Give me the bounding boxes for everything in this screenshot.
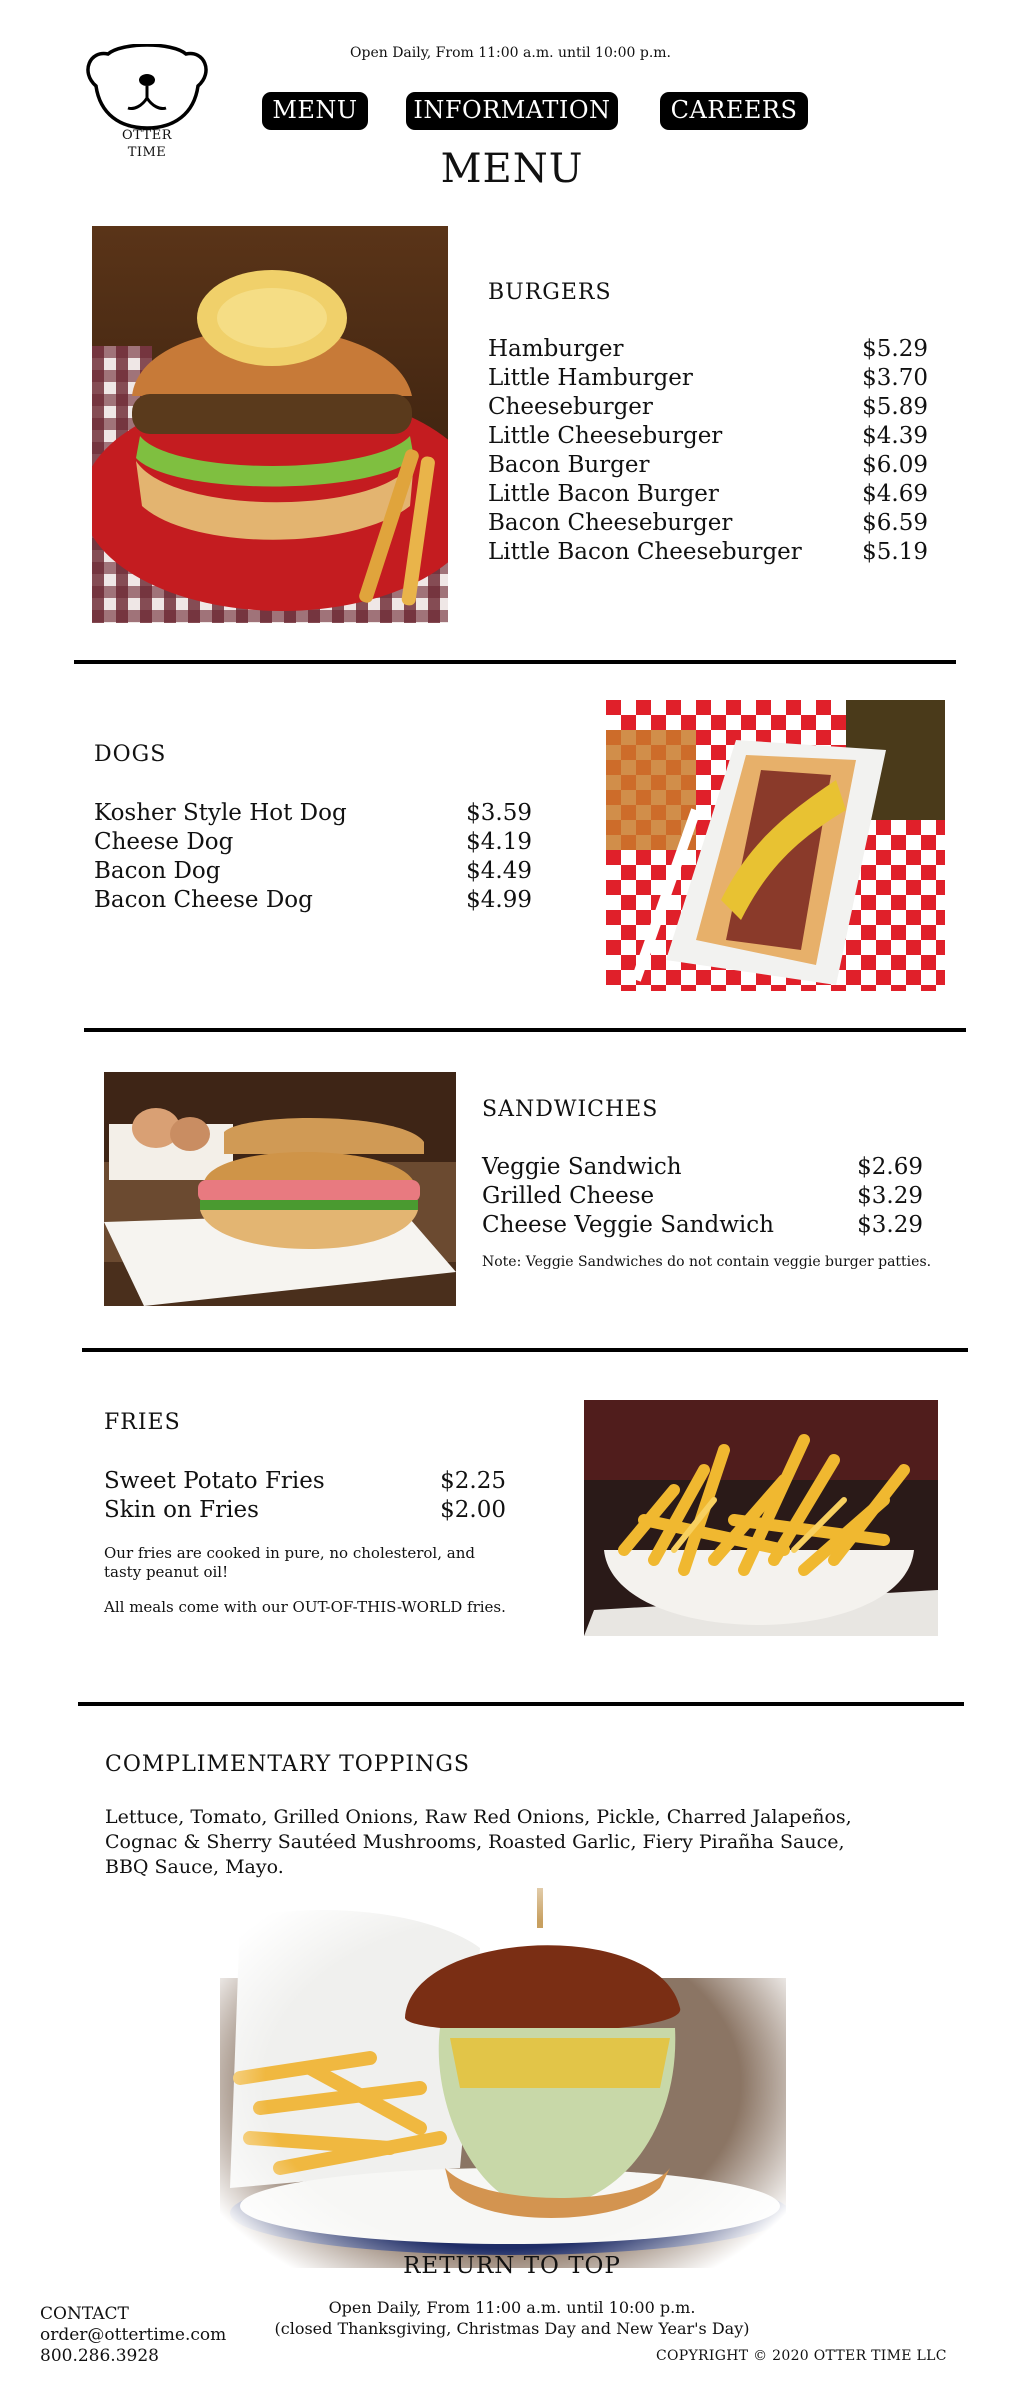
fries-list: Sweet Potato Fries $2.25 Skin on Fries $2.… xyxy=(104,1467,506,1525)
item-name: Little Bacon Cheeseburger xyxy=(488,539,802,565)
item-name: Veggie Sandwich xyxy=(482,1154,682,1180)
copyright-text: COPYRIGHT © 2020 OTTER TIME LLC xyxy=(656,2348,947,2364)
toppings-list: Lettuce, Tomato, Grilled Onions, Raw Red… xyxy=(105,1805,852,1880)
item-name: Bacon Dog xyxy=(94,858,221,884)
toppings-title: COMPLIMENTARY TOPPINGS xyxy=(105,1752,470,1777)
toppings-line: Cognac & Sherry Sautéed Mushrooms, Roast… xyxy=(105,1831,845,1853)
logo-text-line1: OTTER xyxy=(121,128,173,143)
menu-item: Skin on Fries $2.00 xyxy=(104,1496,506,1525)
contact-block: CONTACT order@ottertime.com 800.286.3928 xyxy=(40,2304,226,2367)
item-price: $3.29 xyxy=(857,1212,923,1238)
section-divider xyxy=(74,660,956,664)
item-price: $4.99 xyxy=(466,887,532,913)
contact-label: CONTACT xyxy=(40,2304,129,2324)
menu-item: Veggie Sandwich $2.69 xyxy=(482,1153,923,1182)
toppings-line: Lettuce, Tomato, Grilled Onions, Raw Red… xyxy=(105,1806,852,1828)
item-name: Kosher Style Hot Dog xyxy=(94,800,347,826)
fries-note-oil-line1: Our fries are cooked in pure, no cholest… xyxy=(104,1544,475,1562)
menu-item: Little Bacon Burger $4.69 xyxy=(488,480,928,509)
item-name: Bacon Burger xyxy=(488,452,650,478)
item-name: Little Bacon Burger xyxy=(488,481,719,507)
item-name: Little Hamburger xyxy=(488,365,693,391)
item-name: Grilled Cheese xyxy=(482,1183,655,1209)
fries-note-oil: Our fries are cooked in pure, no cholest… xyxy=(104,1544,475,1582)
menu-item: Cheeseburger $5.89 xyxy=(488,393,928,422)
item-price: $6.09 xyxy=(862,452,928,478)
nav-careers-button[interactable]: CAREERS xyxy=(660,92,808,130)
sandwiches-note: Note: Veggie Sandwiches do not contain v… xyxy=(482,1254,932,1270)
item-name: Cheese Dog xyxy=(94,829,234,855)
menu-item: Sweet Potato Fries $2.25 xyxy=(104,1467,506,1496)
contact-email-link[interactable]: order@ottertime.com xyxy=(40,2325,226,2346)
nav-information-button[interactable]: INFORMATION xyxy=(406,92,618,130)
contact-phone-link[interactable]: 800.286.3928 xyxy=(40,2346,226,2367)
burger-and-fries-photo xyxy=(220,1888,786,2280)
dogs-list: Kosher Style Hot Dog $3.59 Cheese Dog $4.1… xyxy=(94,799,532,915)
burgers-list: Hamburger $5.29 Little Hamburger $3.70 Che… xyxy=(488,335,928,567)
item-price: $5.29 xyxy=(862,336,928,362)
item-price: $4.69 xyxy=(862,481,928,507)
menu-item: Bacon Cheeseburger $6.59 xyxy=(488,509,928,538)
burger-photo xyxy=(92,226,448,623)
menu-item: Bacon Cheese Dog $4.99 xyxy=(94,886,532,915)
toppings-line: BBQ Sauce, Mayo. xyxy=(105,1856,284,1878)
item-price: $5.19 xyxy=(862,539,928,565)
burgers-title: BURGERS xyxy=(488,280,612,305)
fries-note-oil-line2: tasty peanut oil! xyxy=(104,1563,229,1581)
item-name: Bacon Cheese Dog xyxy=(94,887,313,913)
item-price: $2.69 xyxy=(857,1154,923,1180)
item-price: $4.19 xyxy=(466,829,532,855)
item-name: Cheeseburger xyxy=(488,394,653,420)
item-price: $3.59 xyxy=(466,800,532,826)
menu-item: Little Hamburger $3.70 xyxy=(488,364,928,393)
item-name: Skin on Fries xyxy=(104,1497,259,1523)
sandwiches-list: Veggie Sandwich $2.69 Grilled Cheese $3.29… xyxy=(482,1153,923,1240)
page-title: MENU xyxy=(440,146,584,192)
menu-item: Bacon Burger $6.09 xyxy=(488,451,928,480)
item-price: $3.70 xyxy=(862,365,928,391)
nav-menu-button[interactable]: MENU xyxy=(262,92,368,130)
fries-title: FRIES xyxy=(104,1410,181,1435)
item-price: $4.49 xyxy=(466,858,532,884)
item-name: Hamburger xyxy=(488,336,624,362)
item-price: $4.39 xyxy=(862,423,928,449)
menu-item: Grilled Cheese $3.29 xyxy=(482,1182,923,1211)
fries-note-meals: All meals come with our OUT-OF-THIS-WORL… xyxy=(104,1598,506,1616)
menu-item: Bacon Dog $4.49 xyxy=(94,857,532,886)
item-name: Bacon Cheeseburger xyxy=(488,510,733,536)
return-to-top-link[interactable]: RETURN TO TOP xyxy=(0,2253,1024,2279)
sandwich-photo xyxy=(104,1072,456,1306)
menu-item: Hamburger $5.29 xyxy=(488,335,928,364)
menu-item: Little Bacon Cheeseburger $5.19 xyxy=(488,538,928,567)
item-price: $2.00 xyxy=(440,1497,506,1523)
section-divider xyxy=(78,1702,964,1706)
item-price: $2.25 xyxy=(440,1468,506,1494)
section-divider xyxy=(82,1348,968,1352)
menu-item: Kosher Style Hot Dog $3.59 xyxy=(94,799,532,828)
item-price: $3.29 xyxy=(857,1183,923,1209)
sandwiches-title: SANDWICHES xyxy=(482,1097,659,1122)
hotdog-photo xyxy=(606,700,945,991)
header-hours: Open Daily, From 11:00 a.m. until 10:00 … xyxy=(350,45,671,61)
dogs-title: DOGS xyxy=(94,742,167,767)
menu-item: Cheese Dog $4.19 xyxy=(94,828,532,857)
section-divider xyxy=(84,1028,966,1032)
item-name: Cheese Veggie Sandwich xyxy=(482,1212,774,1238)
item-name: Little Cheeseburger xyxy=(488,423,723,449)
fries-photo xyxy=(584,1400,938,1636)
item-name: Sweet Potato Fries xyxy=(104,1468,325,1494)
item-price: $6.59 xyxy=(862,510,928,536)
item-price: $5.89 xyxy=(862,394,928,420)
menu-item: Cheese Veggie Sandwich $3.29 xyxy=(482,1211,923,1240)
menu-item: Little Cheeseburger $4.39 xyxy=(488,422,928,451)
